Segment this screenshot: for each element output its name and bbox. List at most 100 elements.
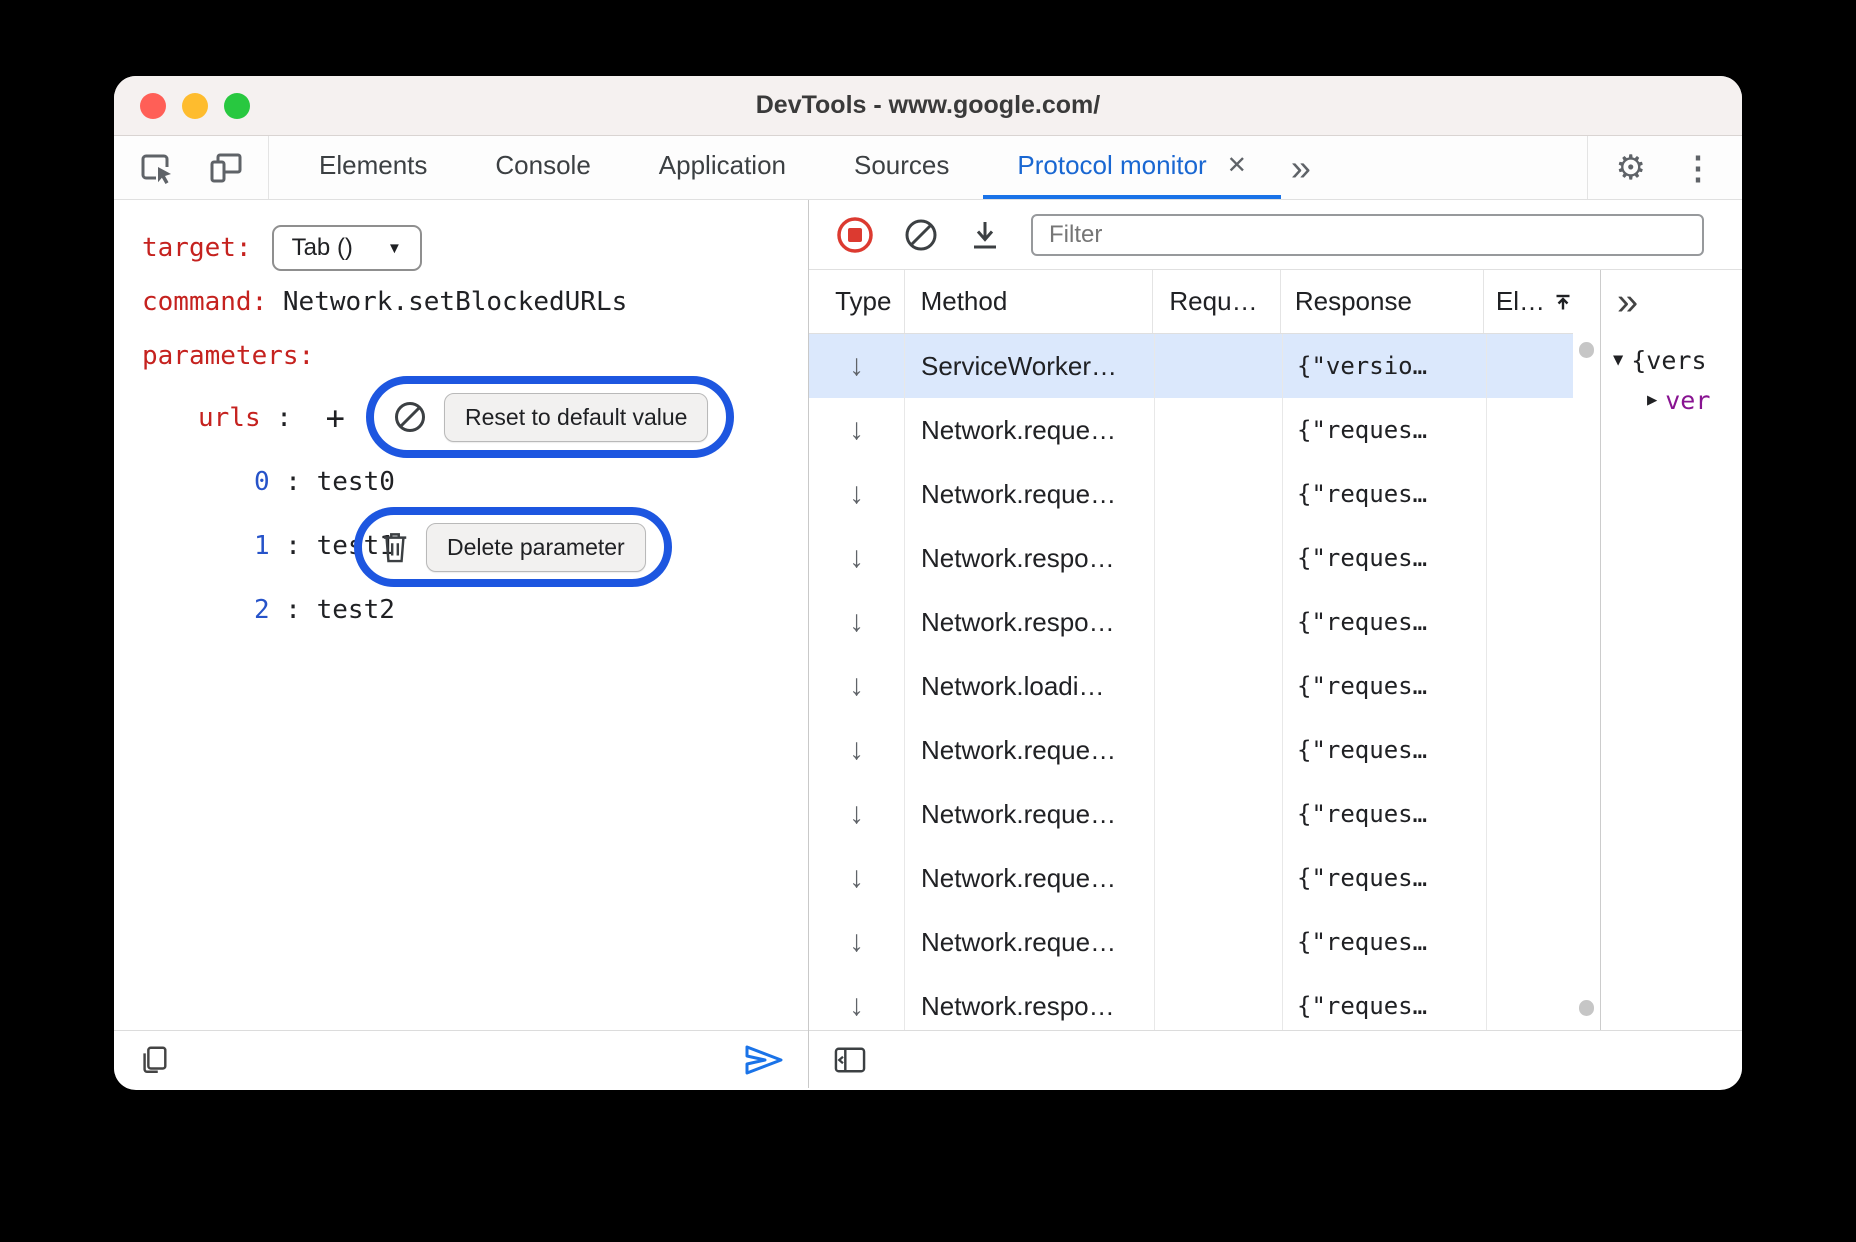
row-response: {"reques…	[1283, 398, 1487, 462]
protocol-row[interactable]: ↓ ServiceWorker… {"versio…	[809, 334, 1573, 398]
received-arrow-icon: ↓	[849, 605, 864, 639]
row-elapsed	[1487, 462, 1573, 526]
tree-child-row[interactable]: ▶ ver	[1613, 380, 1742, 420]
param-index: 2	[254, 595, 270, 625]
protocol-row[interactable]: ↓ Network.respo… {"reques…	[809, 590, 1573, 654]
tab-console[interactable]: Console	[461, 136, 624, 199]
caret-closed-icon[interactable]: ▶	[1647, 390, 1657, 410]
protocol-row[interactable]: ↓ Network.reque… {"reques…	[809, 846, 1573, 910]
received-arrow-icon: ↓	[849, 797, 864, 831]
reset-to-default-button[interactable]: Reset to default value	[444, 393, 708, 442]
protocol-row[interactable]: ↓ Network.respo… {"reques…	[809, 526, 1573, 590]
row-response: {"reques…	[1283, 526, 1487, 590]
target-select[interactable]: Tab () ▼	[272, 225, 422, 271]
row-elapsed	[1487, 526, 1573, 590]
download-icon[interactable]	[967, 217, 1003, 253]
tab-application[interactable]: Application	[625, 136, 820, 199]
row-method: Network.reque…	[905, 718, 1155, 782]
row-method: Network.reque…	[905, 846, 1155, 910]
row-elapsed	[1487, 910, 1573, 974]
row-method: Network.reque…	[905, 782, 1155, 846]
column-header-method[interactable]: Method	[905, 270, 1154, 333]
protocol-row[interactable]: ↓ Network.loadi… {"reques…	[809, 654, 1573, 718]
protocol-row[interactable]: ↓ Network.respo… {"reques…	[809, 974, 1573, 1030]
inspect-element-icon[interactable]	[138, 150, 174, 186]
trash-icon[interactable]	[380, 530, 410, 564]
protocol-row[interactable]: ↓ Network.reque… {"reques…	[809, 910, 1573, 974]
more-tabs-icon[interactable]: »	[1281, 136, 1321, 199]
add-parameter-icon[interactable]: +	[326, 399, 345, 437]
received-arrow-icon: ↓	[849, 413, 864, 447]
caret-open-icon[interactable]: ▼	[1613, 350, 1623, 370]
received-arrow-icon: ↓	[849, 349, 864, 383]
row-request	[1155, 846, 1283, 910]
row-method: Network.reque…	[905, 398, 1155, 462]
tab-elements[interactable]: Elements	[285, 136, 461, 199]
delete-parameter-button[interactable]: Delete parameter	[426, 523, 646, 572]
panel-tabs: Elements Console Application Sources Pro…	[285, 136, 1321, 199]
hide-sidebar-icon[interactable]	[833, 1045, 867, 1075]
row-response: {"reques…	[1283, 654, 1487, 718]
received-arrow-icon: ↓	[849, 733, 864, 767]
row-elapsed	[1487, 654, 1573, 718]
scrollbar-thumb[interactable]	[1579, 1000, 1594, 1016]
row-request	[1155, 718, 1283, 782]
titlebar: DevTools - www.google.com/	[114, 76, 1742, 136]
record-stop-icon[interactable]	[835, 215, 875, 255]
protocol-row[interactable]: ↓ Network.reque… {"reques…	[809, 782, 1573, 846]
row-elapsed	[1487, 718, 1573, 782]
row-request	[1155, 462, 1283, 526]
param-value[interactable]: test0	[317, 467, 395, 497]
scrollbar-thumb[interactable]	[1579, 342, 1594, 358]
chevron-down-icon: ▼	[387, 240, 402, 257]
reset-highlight-annotation: Reset to default value	[366, 376, 734, 458]
column-header-request[interactable]: Requ…	[1153, 270, 1280, 333]
devtools-window: DevTools - www.google.com/ Elements Cons…	[114, 76, 1742, 1090]
row-response: {"reques…	[1283, 718, 1487, 782]
protocol-row[interactable]: ↓ Network.reque… {"reques…	[809, 462, 1573, 526]
expand-sidebar-icon[interactable]: »	[1617, 281, 1638, 324]
target-label: target:	[142, 233, 252, 263]
row-response: {"reques…	[1283, 462, 1487, 526]
command-label: command:	[142, 287, 267, 317]
row-request	[1155, 654, 1283, 718]
row-request	[1155, 398, 1283, 462]
grid-scrollbar	[1573, 270, 1600, 1030]
device-toolbar-icon[interactable]	[208, 150, 244, 186]
copy-icon[interactable]	[138, 1044, 170, 1076]
row-response: {"reques…	[1283, 782, 1487, 846]
protocol-row[interactable]: ↓ Network.reque… {"reques…	[809, 718, 1573, 782]
received-arrow-icon: ↓	[849, 861, 864, 895]
tree-root-row[interactable]: ▼ {vers	[1613, 340, 1742, 380]
command-value[interactable]: Network.setBlockedURLs	[283, 287, 627, 317]
tab-sources[interactable]: Sources	[820, 136, 983, 199]
param-index: 1	[254, 531, 270, 561]
close-tab-icon[interactable]: ✕	[1227, 151, 1247, 180]
column-header-elapsed[interactable]: El…	[1484, 270, 1573, 333]
grid-rows: ↓ ServiceWorker… {"versio… ↓ Network.req…	[809, 334, 1573, 1030]
received-arrow-icon: ↓	[849, 669, 864, 703]
received-arrow-icon: ↓	[849, 477, 864, 511]
urls-label: urls	[198, 403, 261, 433]
received-arrow-icon: ↓	[849, 989, 864, 1023]
send-command-icon[interactable]	[744, 1043, 784, 1077]
block-icon[interactable]	[392, 399, 428, 435]
column-header-type[interactable]: Type	[809, 270, 905, 333]
row-response: {"versio…	[1283, 334, 1487, 398]
row-elapsed	[1487, 974, 1573, 1030]
filter-input[interactable]	[1031, 214, 1704, 256]
row-request	[1155, 590, 1283, 654]
tab-protocol-monitor[interactable]: Protocol monitor ✕	[983, 136, 1280, 199]
column-header-response[interactable]: Response	[1281, 270, 1484, 333]
param-value[interactable]: test2	[317, 595, 395, 625]
settings-gear-icon[interactable]: ⚙	[1616, 148, 1646, 188]
menu-kebab-icon[interactable]: ⋮	[1682, 149, 1714, 187]
clear-log-icon[interactable]	[903, 217, 939, 253]
row-response: {"reques…	[1283, 846, 1487, 910]
window-title: DevTools - www.google.com/	[114, 91, 1742, 120]
row-elapsed	[1487, 782, 1573, 846]
protocol-row[interactable]: ↓ Network.reque… {"reques…	[809, 398, 1573, 462]
received-arrow-icon: ↓	[849, 925, 864, 959]
row-response: {"reques…	[1283, 974, 1487, 1030]
row-response: {"reques…	[1283, 910, 1487, 974]
